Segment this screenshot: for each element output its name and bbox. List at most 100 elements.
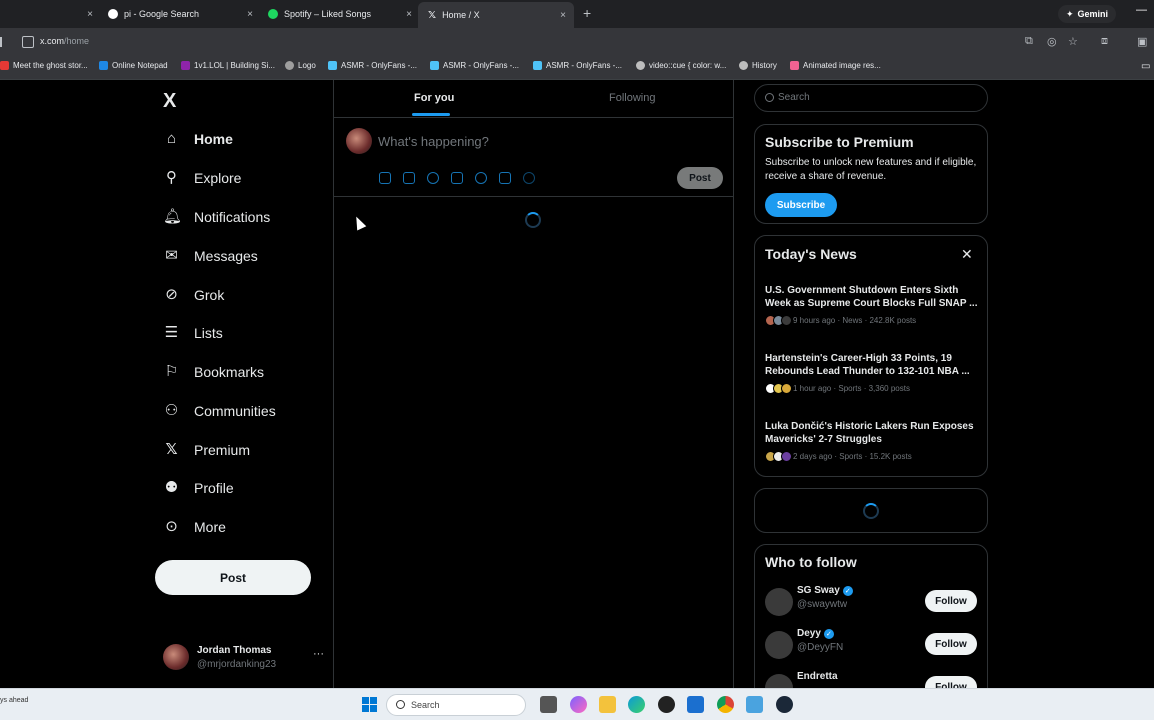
browser-tab-x-home[interactable]: 𝕏 Home / X × bbox=[418, 2, 574, 28]
edge-icon[interactable] bbox=[628, 696, 645, 713]
x-logo-icon[interactable]: X bbox=[163, 90, 176, 113]
nav-item-communities[interactable]: ⚇ Communities bbox=[163, 402, 276, 419]
nav-item-grok[interactable]: ⊘ Grok bbox=[163, 286, 224, 303]
tab-for-you[interactable]: For you bbox=[414, 92, 454, 104]
status-text: ys ahead bbox=[0, 697, 29, 704]
follow-name: SG Sway ✓ bbox=[797, 585, 853, 596]
search-input[interactable]: Search bbox=[754, 84, 988, 112]
follow-suggestion[interactable]: Deyy ✓ @DeyyFN Follow bbox=[765, 628, 979, 664]
nav-item-profile[interactable]: ⚉ Profile bbox=[163, 479, 234, 496]
bookmark-item[interactable]: ASMR - OnlyFans -... bbox=[533, 61, 622, 70]
news-meta-text: 1 hour ago · Sports · 3,360 posts bbox=[793, 384, 910, 393]
follow-button[interactable]: Follow bbox=[925, 590, 977, 612]
follow-button[interactable]: Follow bbox=[925, 633, 977, 655]
follow-button[interactable]: Follow bbox=[925, 676, 977, 688]
news-title: Today's News bbox=[765, 246, 857, 262]
address-bar: x.com/home ⧉ ◎ ☆ ⧈ ▣ bbox=[0, 28, 1154, 56]
poll-icon[interactable] bbox=[451, 172, 463, 184]
news-item[interactable]: Luka Dončić's Historic Lakers Run Expose… bbox=[765, 420, 979, 462]
nav-item-home[interactable]: ⌂ Home bbox=[163, 130, 233, 147]
tab-label: pi - Google Search bbox=[124, 9, 200, 19]
follow-suggestion[interactable]: SG Sway ✓ @swaywtw Follow bbox=[765, 585, 979, 621]
gemini-button[interactable]: ✦ Gemini bbox=[1058, 5, 1117, 23]
tab-following[interactable]: Following bbox=[609, 92, 655, 104]
close-tab-icon[interactable]: × bbox=[406, 9, 412, 20]
site-info-icon[interactable] bbox=[22, 36, 34, 48]
file-explorer-icon[interactable] bbox=[599, 696, 616, 713]
verified-badge-icon: ✓ bbox=[842, 585, 853, 596]
bookmark-item[interactable]: ASMR - OnlyFans -... bbox=[430, 61, 519, 70]
nav-label: Grok bbox=[194, 286, 225, 303]
page-icon bbox=[328, 61, 337, 70]
compose-post-button[interactable]: Post bbox=[677, 167, 723, 189]
bookmark-item[interactable]: ASMR - OnlyFans -... bbox=[328, 61, 417, 70]
more-dots-icon[interactable]: ··· bbox=[313, 648, 324, 660]
nav-item-lists[interactable]: ☰ Lists bbox=[163, 324, 223, 341]
nav-item-messages[interactable]: ✉ Messages bbox=[163, 247, 258, 264]
account-switcher[interactable]: Jordan Thomas @mrjordanking23 ··· bbox=[163, 642, 324, 672]
premium-description: Subscribe to unlock new features and if … bbox=[765, 157, 977, 182]
sidebar-icon[interactable]: ▣ bbox=[1137, 35, 1147, 48]
copilot-icon[interactable] bbox=[570, 696, 587, 713]
who-to-follow-card: Who to follow SG Sway ✓ @swaywtw Follow D… bbox=[754, 544, 988, 688]
nav-item-notifications[interactable]: 🔔︎ Notifications bbox=[163, 208, 270, 225]
url-field[interactable]: x.com/home bbox=[40, 36, 89, 46]
location-icon[interactable] bbox=[523, 172, 535, 184]
list-icon: ☰ bbox=[164, 324, 179, 341]
install-icon[interactable]: ⧉ bbox=[1025, 35, 1033, 48]
close-tab-icon[interactable]: × bbox=[560, 10, 566, 21]
chrome-icon[interactable] bbox=[717, 696, 734, 713]
follow-handle: @swaywtw bbox=[797, 599, 848, 610]
bookmark-item[interactable]: History bbox=[739, 61, 777, 70]
bookmark-item[interactable]: Logo bbox=[285, 61, 316, 70]
minimize-icon[interactable]: — bbox=[1136, 4, 1147, 16]
close-icon[interactable]: ✕ bbox=[961, 246, 973, 263]
nav-item-more[interactable]: ⊙ More bbox=[163, 518, 226, 535]
browser-tab-spotify[interactable]: Spotify – Liked Songs × bbox=[268, 4, 412, 24]
bookmark-item[interactable]: Meet the ghost stor... bbox=[0, 61, 88, 70]
grok-icon[interactable] bbox=[427, 172, 439, 184]
news-item[interactable]: U.S. Government Shutdown Enters Sixth We… bbox=[765, 284, 979, 326]
gif-icon[interactable] bbox=[403, 172, 415, 184]
nav-item-bookmarks[interactable]: ⚐ Bookmarks bbox=[163, 363, 264, 380]
verified-badge-icon: ✓ bbox=[823, 628, 834, 639]
notepad-icon[interactable] bbox=[746, 696, 763, 713]
close-tab-icon[interactable]: × bbox=[87, 9, 93, 20]
folder-icon[interactable]: ▭ bbox=[1141, 61, 1150, 72]
loading-spinner-icon bbox=[863, 503, 879, 519]
close-tab-icon[interactable]: × bbox=[247, 9, 253, 20]
task-view-icon[interactable] bbox=[540, 696, 557, 713]
news-item[interactable]: Hartenstein's Career-High 33 Points, 19 … bbox=[765, 352, 979, 394]
star-icon[interactable]: ☆ bbox=[1068, 35, 1078, 48]
nav-item-premium[interactable]: 𝕏 Premium bbox=[163, 441, 250, 458]
browser-tab-google[interactable]: pi - Google Search × bbox=[108, 4, 253, 24]
reload-icon[interactable] bbox=[0, 37, 6, 47]
new-tab-button[interactable]: + bbox=[583, 5, 591, 21]
schedule-icon[interactable] bbox=[499, 172, 511, 184]
app-icon[interactable] bbox=[658, 696, 675, 713]
bookmark-item[interactable]: video::cue { color: w... bbox=[636, 61, 726, 70]
browser-tab[interactable]: × bbox=[0, 4, 93, 24]
nav-item-explore[interactable]: ⚲ Explore bbox=[163, 169, 241, 186]
notepad-icon bbox=[99, 61, 108, 70]
windows-taskbar: ys ahead Search bbox=[0, 688, 1154, 720]
steam-icon[interactable] bbox=[776, 696, 793, 713]
url-path: /home bbox=[64, 36, 90, 46]
game-icon bbox=[181, 61, 190, 70]
compose-input[interactable]: What's happening? bbox=[378, 134, 489, 149]
eye-off-icon[interactable]: ◎ bbox=[1047, 35, 1057, 48]
subscribe-button[interactable]: Subscribe bbox=[765, 193, 837, 217]
image-icon[interactable] bbox=[379, 172, 391, 184]
emoji-icon[interactable] bbox=[475, 172, 487, 184]
windows-start-icon[interactable] bbox=[362, 697, 377, 712]
extensions-icon[interactable]: ⧈ bbox=[1101, 35, 1108, 48]
post-button[interactable]: Post bbox=[155, 560, 311, 595]
follow-suggestion[interactable]: Endretta Follow bbox=[765, 671, 979, 688]
bookmark-item[interactable]: Online Notepad bbox=[99, 61, 168, 70]
store-icon[interactable] bbox=[687, 696, 704, 713]
nav-label: Home bbox=[194, 130, 233, 147]
mini-avatars bbox=[765, 451, 792, 462]
bookmark-item[interactable]: Animated image res... bbox=[790, 61, 881, 70]
bookmark-item[interactable]: 1v1.LOL | Building Si... bbox=[181, 61, 275, 70]
taskbar-search-input[interactable]: Search bbox=[386, 694, 526, 716]
